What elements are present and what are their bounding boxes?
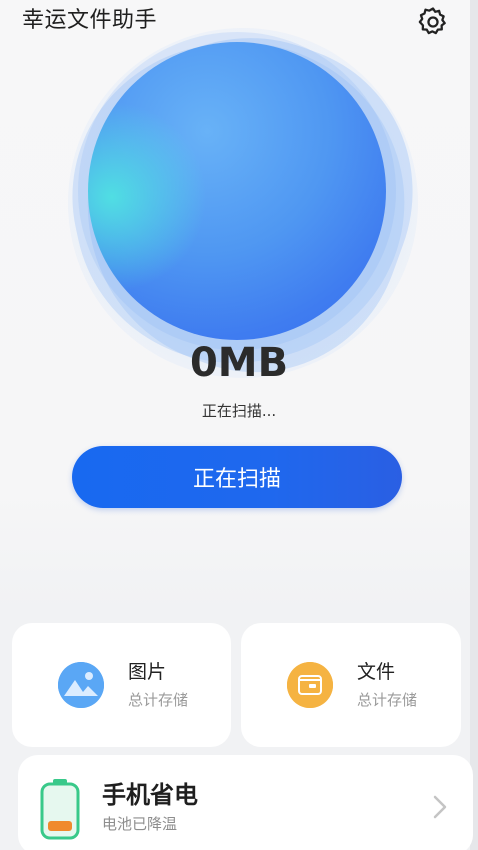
battery-icon (40, 779, 80, 840)
image-icon (58, 662, 104, 708)
orb-core (88, 42, 386, 340)
category-card-files[interactable]: 文件 总计存储 (241, 623, 461, 747)
scroll-edge (470, 0, 478, 850)
folder-icon (287, 662, 333, 708)
scan-button[interactable]: 正在扫描 (72, 446, 402, 508)
scan-status-text: 正在扫描... (201, 402, 277, 420)
category-subtitle: 总计存储 (128, 691, 189, 709)
category-subtitle: 总计存储 (357, 691, 418, 709)
battery-card-subtitle: 电池已降温 (102, 815, 178, 833)
scanned-size: 0MB (189, 340, 289, 386)
battery-saver-card[interactable]: 手机省电 电池已降温 (18, 755, 473, 850)
category-title: 图片 (128, 661, 167, 683)
storage-orb (41, 0, 455, 413)
chevron-right-icon (433, 795, 447, 819)
category-card-images[interactable]: 图片 总计存储 (12, 623, 231, 747)
battery-card-title: 手机省电 (102, 781, 198, 809)
category-title: 文件 (357, 661, 396, 683)
